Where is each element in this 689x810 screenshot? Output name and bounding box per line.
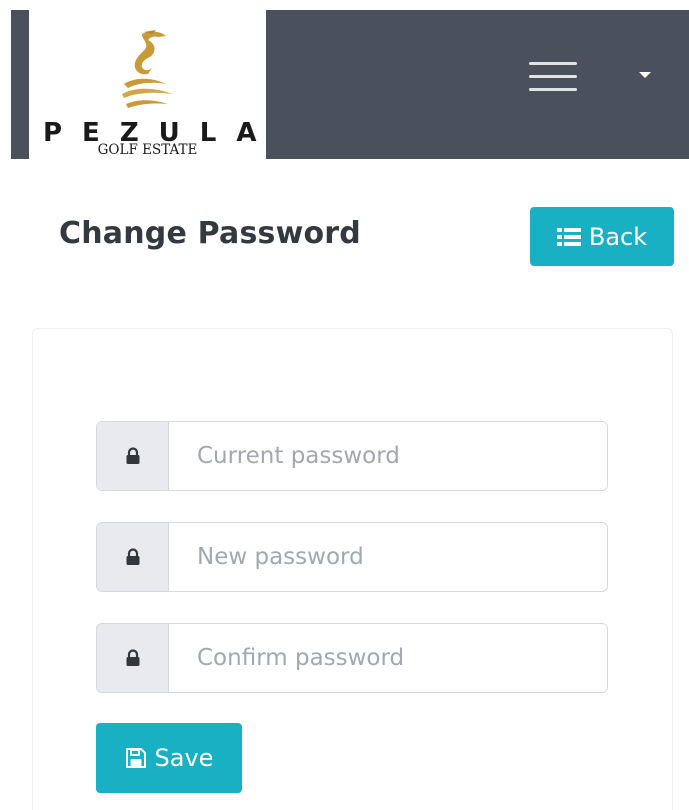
top-navbar: PEZULA GOLF ESTATE	[11, 10, 689, 159]
new-password-group	[96, 522, 608, 592]
lock-icon	[126, 649, 139, 666]
confirm-password-group	[96, 623, 608, 693]
current-password-group	[96, 421, 608, 491]
current-password-addon	[97, 422, 169, 490]
back-button[interactable]: Back	[530, 207, 674, 266]
new-password-input[interactable]	[169, 523, 607, 591]
current-password-input[interactable]	[169, 422, 607, 490]
brand-logo[interactable]: PEZULA GOLF ESTATE	[29, 10, 266, 159]
save-button-label: Save	[154, 744, 214, 772]
confirm-password-addon	[97, 624, 169, 692]
new-password-addon	[97, 523, 169, 591]
save-button[interactable]: Save	[96, 723, 242, 793]
brand-tagline: GOLF ESTATE	[97, 142, 198, 158]
list-icon	[556, 227, 581, 246]
heron-logo-icon	[122, 30, 172, 108]
floppy-disk-icon	[125, 748, 146, 768]
page: PEZULA GOLF ESTATE Change Password Back	[0, 0, 689, 810]
caret-down-icon[interactable]	[639, 72, 651, 78]
lock-icon	[126, 548, 139, 565]
hamburger-menu-icon[interactable]	[529, 60, 579, 94]
hamburger-bar	[529, 88, 577, 91]
confirm-password-input[interactable]	[169, 624, 607, 692]
page-title: Change Password	[59, 216, 361, 251]
back-button-label: Back	[588, 222, 648, 251]
hamburger-bar	[529, 62, 577, 65]
lock-icon	[126, 447, 139, 464]
hamburger-bar	[529, 75, 577, 78]
